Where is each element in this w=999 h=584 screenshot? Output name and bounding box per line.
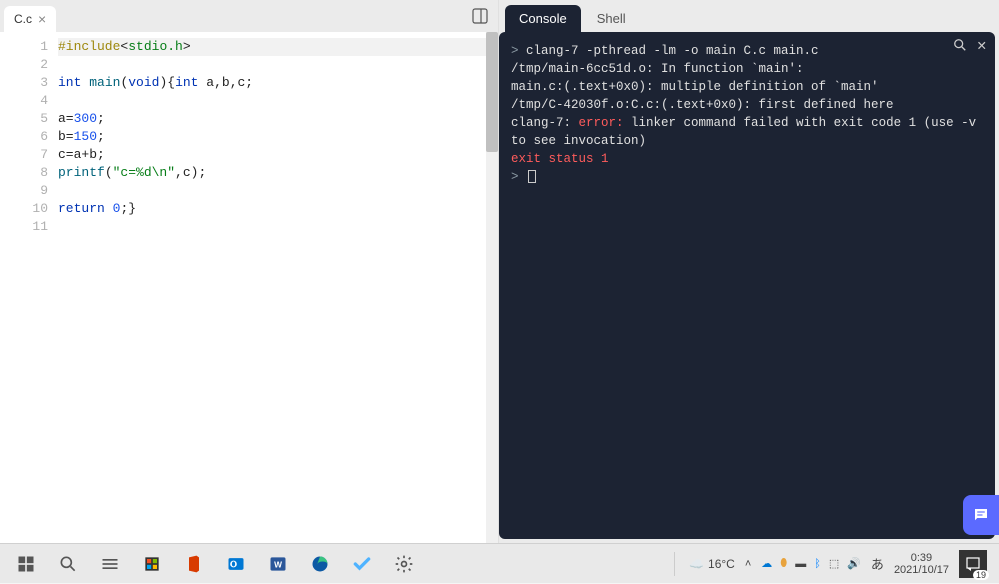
line-number: 6 — [0, 128, 48, 146]
editor-tab-bar: C.c × — [0, 0, 498, 32]
console-output[interactable]: ✕ > clang-7 -pthread -lm -o main C.c mai… — [499, 32, 995, 539]
tray-security-icon[interactable]: ⬮ — [780, 557, 787, 570]
app-root: C.c × 1234567891011 #include<stdio.h> int… — [0, 0, 999, 543]
console-text: > clang-7 -pthread -lm -o main C.c main.… — [511, 42, 983, 186]
editor-scrollbar[interactable] — [486, 32, 498, 543]
taskbar-app-settings[interactable] — [384, 544, 424, 584]
taskbar-app-edge[interactable] — [300, 544, 340, 584]
taskbar: W ☁️ 16°C ˄ ☁ ⬮ ▬ ᛒ ⬚ 🔊 あ 0:39 2021/10 — [0, 543, 999, 583]
line-gutter: 1234567891011 — [0, 32, 58, 543]
clock-date: 2021/10/17 — [894, 564, 949, 576]
layout-icon[interactable] — [470, 6, 490, 26]
tab-console[interactable]: Console — [505, 5, 581, 32]
taskbar-separator — [674, 552, 675, 576]
taskbar-app-office[interactable] — [174, 544, 214, 584]
weather-temp: 16°C — [708, 557, 735, 571]
line-number: 3 — [0, 74, 48, 92]
notification-badge: 19 — [973, 570, 989, 580]
close-icon[interactable]: × — [38, 11, 46, 27]
tray-battery-icon[interactable]: ▬ — [795, 558, 806, 570]
console-pane: Console Shell ✕ > clang-7 -pthread -lm -… — [499, 0, 999, 543]
code-line[interactable]: a=300; — [58, 110, 498, 128]
taskbar-app-outlook[interactable] — [216, 544, 256, 584]
line-number: 10 — [0, 200, 48, 218]
svg-text:W: W — [274, 559, 282, 569]
line-number: 7 — [0, 146, 48, 164]
code-line[interactable] — [58, 56, 498, 74]
console-tab-bar: Console Shell — [499, 0, 999, 32]
file-tab-label: C.c — [14, 12, 32, 26]
ime-indicator[interactable]: あ — [871, 554, 884, 573]
line-number: 11 — [0, 218, 48, 236]
close-icon[interactable]: ✕ — [977, 38, 987, 58]
code-line[interactable]: b=150; — [58, 128, 498, 146]
code-line[interactable]: printf("c=%d\n",c); — [58, 164, 498, 182]
tray-volume-icon[interactable]: 🔊 — [847, 557, 861, 570]
start-button[interactable] — [6, 544, 46, 584]
taskbar-app-store[interactable] — [132, 544, 172, 584]
file-tab[interactable]: C.c × — [4, 6, 56, 32]
line-number: 8 — [0, 164, 48, 182]
task-view-button[interactable] — [90, 544, 130, 584]
taskbar-right: ☁️ 16°C ˄ ☁ ⬮ ▬ ᛒ ⬚ 🔊 あ 0:39 2021/10/17 … — [670, 550, 993, 578]
console-cursor — [528, 170, 536, 183]
tab-shell[interactable]: Shell — [583, 5, 640, 32]
taskbar-clock[interactable]: 0:39 2021/10/17 — [894, 552, 949, 576]
scrollbar-thumb[interactable] — [486, 32, 498, 152]
line-number: 5 — [0, 110, 48, 128]
line-number: 4 — [0, 92, 48, 110]
weather-icon: ☁️ — [689, 557, 704, 571]
weather-widget[interactable]: ☁️ 16°C — [689, 557, 735, 571]
code-line[interactable] — [58, 182, 498, 200]
code-line[interactable] — [58, 218, 498, 236]
code-line[interactable]: c=a+b; — [58, 146, 498, 164]
tray-chevron-icon[interactable]: ˄ — [745, 558, 751, 570]
code-line[interactable] — [58, 92, 498, 110]
chat-button[interactable] — [963, 495, 999, 535]
clock-time: 0:39 — [911, 552, 932, 564]
console-controls: ✕ — [953, 38, 987, 58]
code-line[interactable]: #include<stdio.h> — [58, 38, 498, 56]
editor-pane: C.c × 1234567891011 #include<stdio.h> int… — [0, 0, 499, 543]
line-number: 9 — [0, 182, 48, 200]
search-icon[interactable] — [953, 38, 967, 58]
notification-center[interactable]: 19 — [959, 550, 987, 578]
code-editor[interactable]: 1234567891011 #include<stdio.h> int main(… — [0, 32, 498, 543]
taskbar-app-todo[interactable] — [342, 544, 382, 584]
search-button[interactable] — [48, 544, 88, 584]
system-tray: ☁ ⬮ ▬ ᛒ ⬚ 🔊 — [761, 557, 861, 570]
tray-wifi-icon[interactable]: ⬚ — [829, 557, 839, 570]
line-number: 1 — [0, 38, 48, 56]
tray-onedrive-icon[interactable]: ☁ — [761, 557, 772, 570]
tray-bluetooth-icon[interactable]: ᛒ — [814, 558, 821, 570]
code-area[interactable]: #include<stdio.h> int main(void){int a,b,… — [58, 32, 498, 543]
code-line[interactable]: int main(void){int a,b,c; — [58, 74, 498, 92]
taskbar-left: W — [6, 544, 424, 584]
code-line[interactable]: return 0;} — [58, 200, 498, 218]
taskbar-app-word[interactable]: W — [258, 544, 298, 584]
line-number: 2 — [0, 56, 48, 74]
